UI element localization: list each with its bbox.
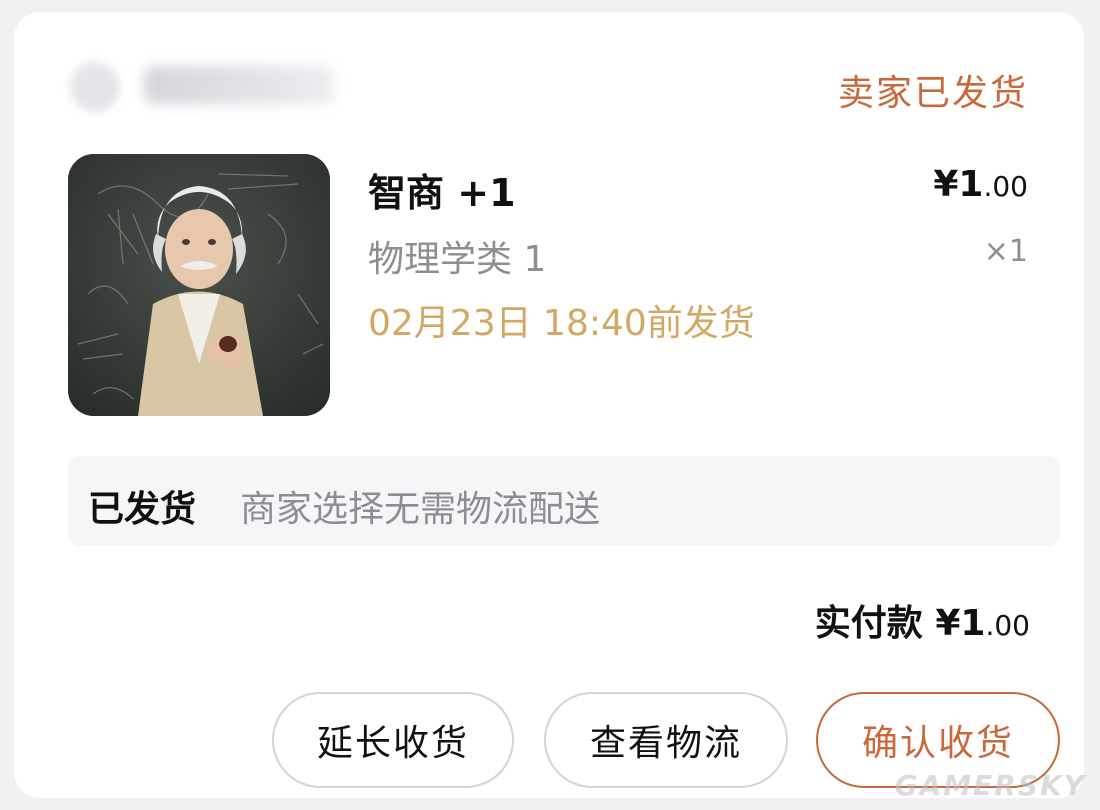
extend-receipt-button[interactable]: 延长收货 (272, 692, 514, 788)
logistics-description: 商家选择无需物流配送 (240, 489, 601, 530)
ship-deadline: 02月23日 18:40前发货 (368, 303, 755, 344)
paid-amount: 实付款 ¥1.00 (815, 594, 1030, 646)
order-card: 卖家已发货 智商 +1 ¥1.00 物理学类 1 ×1 02月23日 18:40… (14, 12, 1084, 798)
shop-name-blurred[interactable] (144, 66, 334, 104)
paid-integer: 1 (960, 603, 986, 644)
price-decimal: .00 (983, 170, 1028, 203)
watermark-logo: GAMERSKY (894, 769, 1086, 802)
product-thumbnail[interactable] (68, 154, 330, 416)
paid-decimal: .00 (985, 609, 1030, 642)
product-quantity: ×1 (983, 234, 1028, 269)
logistics-status: 已发货 (88, 489, 197, 530)
einstein-image (68, 154, 330, 416)
paid-label: 实付款 (814, 603, 923, 644)
price-integer: 1 (958, 164, 984, 205)
paid-symbol: ¥ (935, 603, 961, 644)
order-status: 卖家已发货 (837, 73, 1028, 114)
product-price: ¥1.00 (933, 164, 1028, 205)
view-logistics-button[interactable]: 查看物流 (544, 692, 788, 788)
product-title[interactable]: 智商 +1 (368, 162, 516, 217)
price-symbol: ¥ (933, 164, 959, 205)
shop-avatar[interactable] (70, 62, 120, 112)
logistics-panel[interactable]: 已发货 商家选择无需物流配送 (68, 456, 1060, 546)
product-spec: 物理学类 1 (368, 239, 547, 280)
